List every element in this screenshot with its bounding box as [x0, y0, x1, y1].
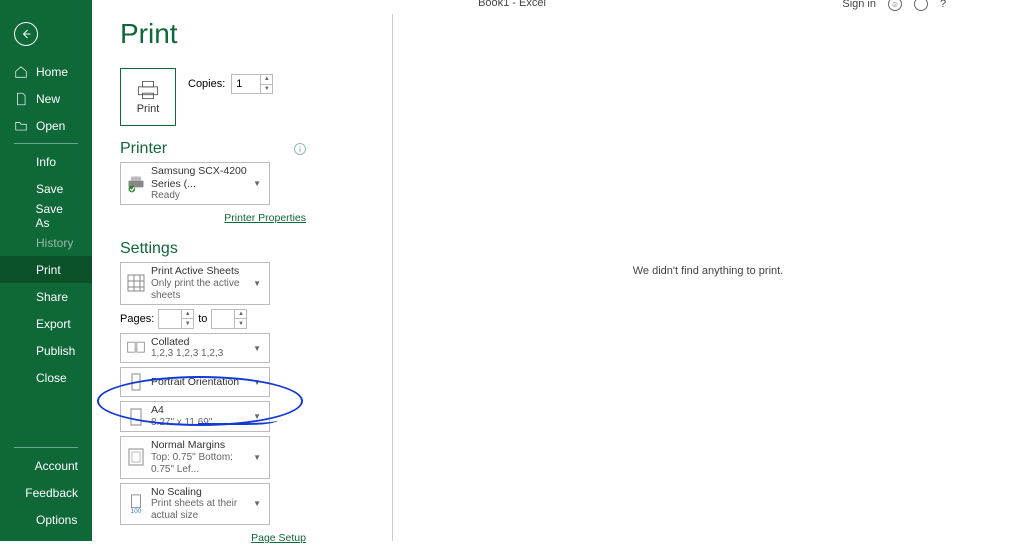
sidebar-item-home[interactable]: Home	[0, 58, 92, 85]
sidebar-item-label: Options	[36, 513, 77, 527]
sidebar-item-label: Feedback	[25, 486, 78, 500]
chevron-down-icon: ▼	[249, 453, 265, 462]
grid-icon	[125, 272, 147, 294]
copies-label: Copies:	[188, 78, 225, 90]
margins-dropdown[interactable]: Normal Margins Top: 0.75" Bottom: 0.75" …	[120, 436, 270, 479]
chevron-down-icon: ▼	[249, 412, 265, 421]
page-icon	[125, 406, 147, 428]
document-icon	[14, 92, 28, 106]
chevron-up-icon[interactable]: ▲	[235, 310, 246, 320]
sidebar-item-label: Home	[36, 65, 68, 79]
page-title: Print	[120, 18, 306, 50]
back-button[interactable]	[14, 22, 38, 46]
chevron-down-icon: ▼	[249, 344, 265, 353]
chevron-down-icon: ▼	[249, 279, 265, 288]
folder-open-icon	[14, 119, 28, 133]
printer-dropdown[interactable]: Samsung SCX-4200 Series (... Ready ▼	[120, 162, 270, 205]
sidebar-item-open[interactable]: Open	[0, 112, 92, 139]
print-button[interactable]: Print	[120, 68, 176, 126]
sidebar-item-print[interactable]: Print	[0, 256, 92, 283]
sidebar-item-publish[interactable]: Publish	[0, 337, 92, 364]
dropdown-title: Collated	[151, 336, 249, 349]
sidebar-item-label: Print	[36, 263, 61, 277]
print-backstage: Print Print Copies: ▲▼ Printer i	[92, 0, 1024, 541]
collation-dropdown[interactable]: Collated 1,2,3 1,2,3 1,2,3 ▼	[120, 333, 270, 364]
sidebar-item-label: Save	[36, 182, 63, 196]
arrow-left-icon	[20, 28, 32, 40]
sidebar-item-label: Account	[35, 459, 78, 473]
print-button-label: Print	[137, 103, 160, 115]
chevron-up-icon[interactable]: ▲	[261, 75, 272, 85]
copies-input[interactable]	[232, 75, 260, 93]
pages-to-input[interactable]	[212, 310, 234, 328]
printer-name: Samsung SCX-4200 Series (...	[151, 165, 249, 190]
sidebar-item-label: History	[36, 236, 73, 250]
pages-to-label: to	[198, 313, 207, 325]
orientation-dropdown[interactable]: Portrait Orientation ▼	[120, 367, 270, 397]
scaling-dropdown[interactable]: 100 No Scaling Print sheets at their act…	[120, 483, 270, 526]
sidebar-item-label: New	[36, 92, 60, 106]
sidebar-item-save[interactable]: Save	[0, 175, 92, 202]
dropdown-title: A4	[151, 404, 249, 417]
dropdown-subtitle: Print sheets at their actual size	[151, 498, 249, 522]
dropdown-title: Normal Margins	[151, 439, 249, 452]
info-icon[interactable]: i	[294, 143, 306, 155]
printer-status: Ready	[151, 190, 249, 202]
chevron-down-icon[interactable]: ▼	[261, 85, 272, 94]
sidebar-item-options[interactable]: Options	[0, 506, 92, 533]
sidebar-item-info[interactable]: Info	[0, 148, 92, 175]
chevron-down-icon: ▼	[249, 378, 265, 387]
sidebar-item-label: Export	[36, 317, 71, 331]
dropdown-subtitle: 1,2,3 1,2,3 1,2,3	[151, 348, 249, 360]
portrait-icon	[125, 371, 147, 393]
settings-heading: Settings	[120, 240, 178, 258]
dropdown-subtitle: 8.27" x 11.69"	[151, 417, 249, 429]
pages-to-spinner[interactable]: ▲▼	[211, 309, 247, 329]
chevron-down-icon: ▼	[249, 499, 265, 508]
dropdown-title: Print Active Sheets	[151, 265, 249, 278]
sidebar-item-account[interactable]: Account	[0, 452, 92, 479]
sidebar-item-label: Close	[36, 371, 67, 385]
pages-label: Pages:	[120, 313, 154, 325]
print-what-dropdown[interactable]: Print Active Sheets Only print the activ…	[120, 262, 270, 305]
page-setup-link[interactable]: Page Setup	[251, 532, 306, 544]
printer-status-icon	[125, 173, 147, 195]
preview-empty-message: We didn't find anything to print.	[392, 265, 1024, 277]
scaling-icon: 100	[125, 493, 147, 515]
sidebar-item-saveas[interactable]: Save As	[0, 202, 92, 229]
printer-icon	[135, 79, 161, 101]
chevron-down-icon: ▼	[249, 179, 265, 188]
pages-from-spinner[interactable]: ▲▼	[158, 309, 194, 329]
sidebar-item-label: Save As	[36, 202, 78, 230]
dropdown-title: Portrait Orientation	[151, 376, 249, 389]
collate-icon	[125, 337, 147, 359]
margins-icon	[125, 446, 147, 468]
sidebar-item-feedback[interactable]: Feedback	[0, 479, 92, 506]
copies-spinner[interactable]: ▲▼	[231, 74, 273, 94]
printer-heading: Printer	[120, 140, 167, 158]
home-icon	[14, 65, 28, 79]
sidebar-item-close[interactable]: Close	[0, 364, 92, 391]
svg-text:100: 100	[131, 508, 142, 514]
dropdown-subtitle: Only print the active sheets	[151, 278, 249, 302]
chevron-down-icon[interactable]: ▼	[182, 319, 193, 328]
sidebar-item-label: Open	[36, 119, 65, 133]
sidebar-item-label: Share	[36, 290, 68, 304]
sidebar-item-export[interactable]: Export	[0, 310, 92, 337]
chevron-up-icon[interactable]: ▲	[182, 310, 193, 320]
sidebar-item-new[interactable]: New	[0, 85, 92, 112]
sidebar-item-label: Info	[36, 155, 56, 169]
dropdown-subtitle: Top: 0.75" Bottom: 0.75" Lef...	[151, 452, 249, 476]
printer-properties-link[interactable]: Printer Properties	[224, 212, 306, 224]
paper-size-dropdown[interactable]: A4 8.27" x 11.69" ▼	[120, 401, 270, 432]
sidebar-item-label: Publish	[36, 344, 75, 358]
sidebar-item-share[interactable]: Share	[0, 283, 92, 310]
pages-from-input[interactable]	[159, 310, 181, 328]
sidebar-item-history[interactable]: History	[0, 229, 92, 256]
vertical-divider	[392, 14, 393, 541]
chevron-down-icon[interactable]: ▼	[235, 319, 246, 328]
dropdown-title: No Scaling	[151, 486, 249, 499]
backstage-sidebar: Home New Open Info Save Save As History …	[0, 0, 92, 541]
